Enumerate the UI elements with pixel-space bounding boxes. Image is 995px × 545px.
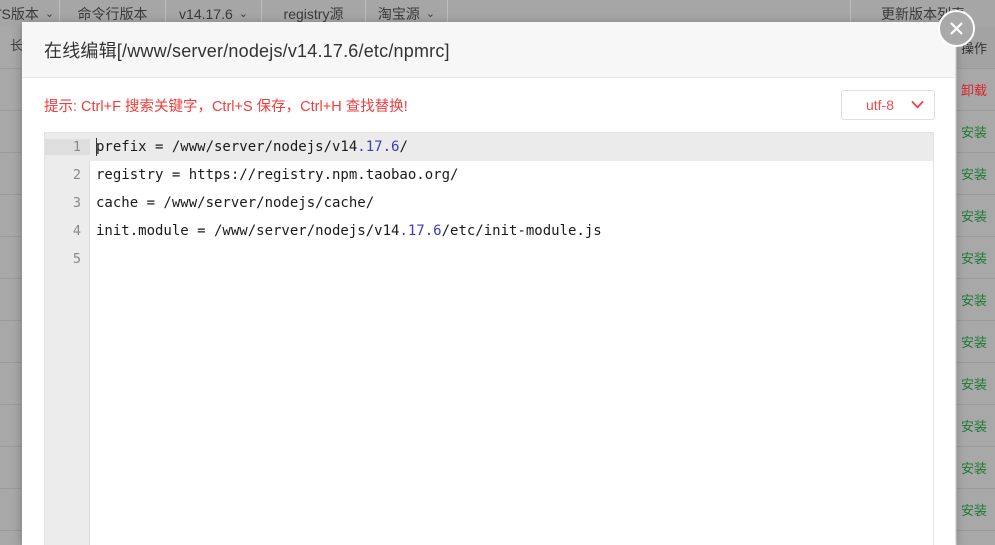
install-link[interactable]: 安装 [961,122,987,141]
table-row-action[interactable]: 安装 [957,321,995,363]
line-content[interactable]: init.module = /www/server/nodejs/v14.17.… [90,223,602,239]
hint-row: 提示: Ctrl+F 搜索关键字，Ctrl+S 保存，Ctrl+H 查找替换! … [22,78,955,132]
toolbar-tab-label: v14.17.6 [179,5,233,22]
table-row-action[interactable]: 安装 [957,195,995,237]
online-editor-modal: 在线编辑[/www/server/nodejs/v14.17.6/etc/npm… [22,22,955,545]
token-text: registry = https://registry.npm.taobao.o… [96,167,459,183]
keyboard-shortcut-hint: 提示: Ctrl+F 搜索关键字，Ctrl+S 保存，Ctrl+H 查找替换! [44,98,408,115]
close-icon[interactable] [938,10,975,47]
line-number: 3 [72,195,81,211]
install-link[interactable]: 安装 [961,500,987,519]
install-link[interactable]: 安装 [961,332,987,351]
line-number: 4 [72,223,81,239]
chevron-down-icon: ⌄ [238,8,248,20]
token-text: prefix = /www/server/nodejs/v14 [96,139,358,155]
editor-line[interactable]: 5 [45,245,933,273]
background-table-actions-column: 操作 卸载 安装 安装 安装 安装 安装 安装 安装 安装 安装 安装 [956,27,995,545]
editor-line[interactable]: 4 init.module = /www/server/nodejs/v14.17… [45,217,933,245]
editor-line[interactable]: 3 cache = /www/server/nodejs/cache/ [45,189,933,217]
install-link[interactable]: 安装 [961,164,987,183]
editor-line[interactable]: 1 prefix = /www/server/nodejs/v14.17.6/ [45,133,933,161]
encoding-select-value: utf-8 [865,97,894,113]
chevron-down-icon: ⌄ [425,8,436,20]
token-text: /etc/init-module.js [441,223,602,239]
token-text: init.module = /www/server/nodejs/v14 [96,223,400,239]
line-content[interactable]: cache = /www/server/nodejs/cache/ [90,195,374,211]
modal-title: 在线编辑[/www/server/nodejs/v14.17.6/etc/npm… [44,40,450,61]
table-row-action[interactable]: 安装 [957,153,995,195]
toolbar-tab-label: TS版本 [0,5,39,22]
editor-line[interactable]: 2 registry = https://registry.npm.taobao.… [45,161,933,189]
toolbar-tab-label: registry源 [283,5,344,22]
table-row-action[interactable]: 安装 [957,363,995,405]
editor-code-area[interactable]: 1 prefix = /www/server/nodejs/v14.17.6/2 r… [45,133,933,545]
encoding-select[interactable]: utf-8 [841,90,935,120]
line-content[interactable]: prefix = /www/server/nodejs/v14.17.6/ [90,139,408,155]
install-link[interactable]: 安装 [961,290,987,309]
code-editor[interactable]: 1 prefix = /www/server/nodejs/v14.17.6/2 r… [44,132,934,545]
table-row-action[interactable]: 安装 [957,279,995,321]
text-cursor [96,138,97,156]
token-number: .17.6 [357,139,400,155]
install-link[interactable]: 安装 [961,416,987,435]
table-row-action[interactable]: 安装 [957,111,995,153]
token-text: / [399,139,408,155]
uninstall-link[interactable]: 卸载 [961,80,987,99]
chevron-down-icon: ⌄ [44,8,55,20]
toolbar-tab-label: 淘宝源 [377,5,420,22]
line-number: 5 [72,251,81,267]
line-content[interactable]: registry = https://registry.npm.taobao.o… [90,167,458,183]
token-number: .17.6 [399,223,442,239]
table-row-action[interactable]: 安装 [957,405,995,447]
table-row-action[interactable]: 安装 [957,489,995,531]
install-link[interactable]: 安装 [961,206,987,225]
modal-header: 在线编辑[/www/server/nodejs/v14.17.6/etc/npm… [22,22,955,78]
chevron-down-icon [911,101,924,110]
table-row-action[interactable]: 安装 [957,237,995,279]
table-row-action[interactable]: 安装 [957,447,995,489]
line-number: 1 [45,139,90,155]
toolbar-tab-label: 命令行版本 [77,5,148,22]
line-number: 2 [72,167,81,183]
token-text: cache = /www/server/nodejs/cache/ [96,195,375,211]
modal-body: 提示: Ctrl+F 搜索关键字，Ctrl+S 保存，Ctrl+H 查找替换! … [22,78,955,545]
install-link[interactable]: 安装 [961,374,987,393]
install-link[interactable]: 安装 [961,248,987,267]
table-row-action[interactable]: 卸载 [957,69,995,111]
install-link[interactable]: 安装 [961,458,987,477]
